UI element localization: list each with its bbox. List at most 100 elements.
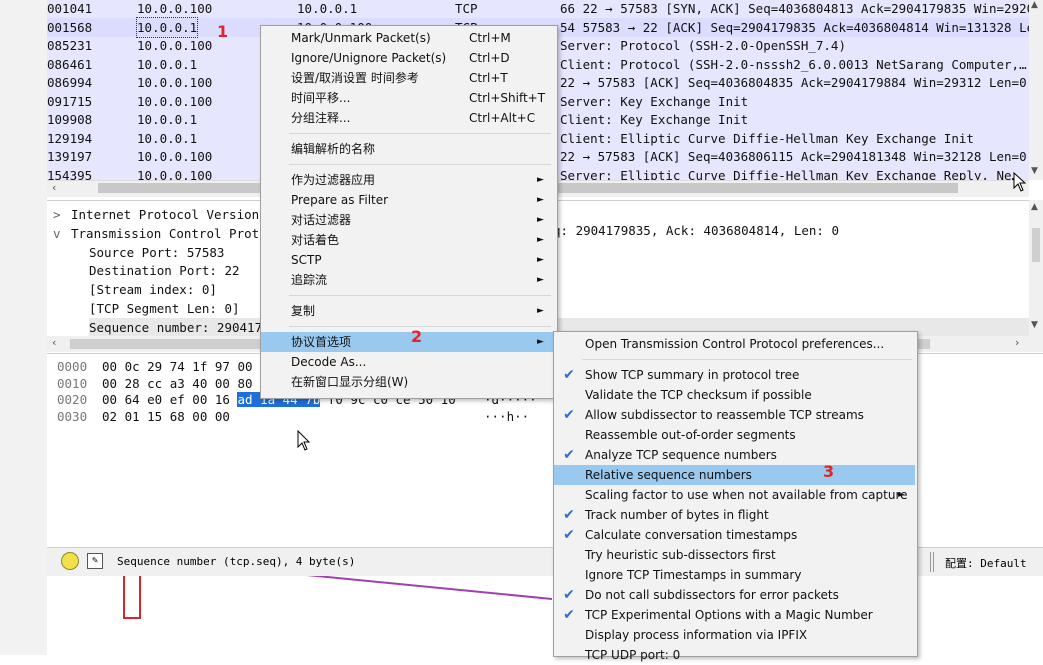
details-tree-item[interactable]: Transmission Control Prot xyxy=(71,224,259,243)
scroll-left-icon[interactable]: ‹ xyxy=(52,181,56,194)
menu-item[interactable]: Ignore/Unignore Packet(s) Ctrl+D xyxy=(261,48,557,68)
scroll-right-icon[interactable]: › xyxy=(1015,336,1019,349)
packet-info: Server: Key Exchange Init xyxy=(560,93,749,109)
menu-item[interactable]: 追踪流 ► xyxy=(261,270,557,290)
preference-item[interactable]: Try heuristic sub-dissectors first xyxy=(554,545,915,565)
menu-separator xyxy=(289,295,551,296)
menu-item[interactable]: 协议首选项 ► xyxy=(261,332,557,352)
packet-source: 10.0.0.1 xyxy=(137,112,198,127)
submenu-arrow-icon: ► xyxy=(537,215,544,225)
packet-row[interactable]: 001041 10.0.0.100 10.0.0.1 TCP 66 22 → 57583… xyxy=(47,0,1029,18)
menu-item-label: 复制 xyxy=(291,304,316,318)
mouse-pointer-icon xyxy=(297,430,311,451)
details-vertical-scrollbar[interactable]: ▲ ▼ xyxy=(1029,200,1043,336)
details-scroll-thumb[interactable] xyxy=(1032,228,1040,262)
details-tree-item[interactable]: [TCP Segment Len: 0] xyxy=(89,299,240,318)
preference-item[interactable]: ✔ Do not call subdissectors for error pac… xyxy=(554,585,915,605)
menu-item[interactable]: 作为过滤器应用 ► xyxy=(261,170,557,190)
preference-item-label: Display process information via IPFIX xyxy=(585,628,808,642)
scroll-left-icon[interactable]: ‹ xyxy=(52,336,56,349)
preference-item[interactable]: ✔ Analyze TCP sequence numbers xyxy=(554,445,915,465)
packet-number: 091715 xyxy=(47,93,93,109)
menu-item-label: Ignore/Unignore Packet(s) xyxy=(291,51,447,65)
menu-item[interactable]: 时间平移... Ctrl+Shift+T xyxy=(261,88,557,108)
packet-list-vertical-scrollbar[interactable]: ▲ ▼ xyxy=(1029,0,1043,180)
byte-hex-pre: 00 28 cc a3 40 00 80 xyxy=(102,375,253,391)
preference-item[interactable]: Validate the TCP checksum if possible xyxy=(554,385,915,405)
menu-item[interactable]: SCTP ► xyxy=(261,250,557,270)
menu-item[interactable]: Prepare as Filter ► xyxy=(261,190,557,210)
preference-item-label: Do not call subdissectors for error pack… xyxy=(585,588,839,602)
menu-item-label: 协议首选项 xyxy=(291,335,352,349)
checkmark-icon: ✔ xyxy=(563,447,575,463)
menu-item[interactable]: 复制 ► xyxy=(261,301,557,321)
byte-hex-pre: 00 0c 29 74 1f 97 00 xyxy=(102,359,253,374)
preference-item[interactable]: ✔ Show TCP summary in protocol tree xyxy=(554,365,915,385)
menu-item[interactable]: 对话过滤器 ► xyxy=(261,210,557,230)
menu-item-label: SCTP xyxy=(291,253,322,267)
scroll-up-icon[interactable]: ▲ xyxy=(1031,202,1038,212)
details-tree-item[interactable]: [Stream index: 0] xyxy=(89,280,217,299)
status-profile[interactable]: 配置: Default xyxy=(945,555,1027,571)
expand-right-icon[interactable]: > xyxy=(53,205,61,224)
scroll-down-icon[interactable]: ▼ xyxy=(1031,320,1038,330)
byte-hex[interactable]: 02 01 15 68 00 00 xyxy=(102,407,230,426)
preference-item[interactable]: Reassemble out-of-order segments xyxy=(554,425,915,445)
details-tcp-summary-tail: q: 2904179835, Ack: 4036804814, Len: 0 xyxy=(553,223,839,238)
packet-source: 10.0.0.1 xyxy=(135,16,199,38)
menu-item-label: 对话着色 xyxy=(291,233,340,247)
preference-item-label: Relative sequence numbers xyxy=(585,468,752,482)
packet-number: 086461 xyxy=(47,56,93,72)
preference-item[interactable]: Scaling factor to use when not available… xyxy=(554,485,915,505)
menu-item[interactable]: 分组注释... Ctrl+Alt+C xyxy=(261,108,557,128)
edit-comment-icon[interactable]: ✎ xyxy=(87,553,103,569)
byte-offset: 0030 xyxy=(57,408,88,424)
preference-item[interactable]: TCP UDP port: 0 xyxy=(554,645,915,665)
menu-item-label: 作为过滤器应用 xyxy=(291,173,376,187)
menu-item[interactable]: 设置/取消设置 时间参考 Ctrl+T xyxy=(261,68,557,88)
menu-separator xyxy=(582,359,912,360)
annotation-step-1: 1 xyxy=(217,22,229,41)
preference-item[interactable]: ✔ Calculate conversation timestamps xyxy=(554,525,915,545)
scroll-down-icon[interactable]: ▼ xyxy=(1031,166,1038,176)
packet-info: 22 → 57583 [ACK] Seq=4036804835 Ack=2904… xyxy=(560,75,1027,90)
preference-item[interactable]: ✔ Track number of bytes in flight xyxy=(554,505,915,525)
menu-item[interactable]: 对话着色 ► xyxy=(261,230,557,250)
packet-info: 22 → 57583 [ACK] Seq=4036806115 Ack=2904… xyxy=(560,149,1027,164)
packet-number: 129194 xyxy=(47,130,93,146)
details-tree-item[interactable]: Source Port: 57583 xyxy=(89,243,224,262)
preference-item[interactable]: Open Transmission Control Protocol prefe… xyxy=(554,334,915,354)
preference-item-label: Reassemble out-of-order segments xyxy=(585,428,796,442)
expand-down-icon[interactable]: v xyxy=(53,224,61,243)
preference-item-label: Allow subdissector to reassemble TCP str… xyxy=(585,408,864,422)
menu-item-label: 对话过滤器 xyxy=(291,213,352,227)
preference-item[interactable]: Relative sequence numbers xyxy=(554,465,915,485)
preference-item[interactable]: ✔ TCP Experimental Options with a Magic N… xyxy=(554,605,915,625)
packet-number: 001041 xyxy=(47,1,93,16)
packet-source: 10.0.0.100 xyxy=(137,93,213,109)
preference-item-label: Analyze TCP sequence numbers xyxy=(585,448,777,462)
byte-ascii[interactable]: ···h·· xyxy=(484,407,529,426)
details-tree-item[interactable]: Destination Port: 22 xyxy=(89,261,240,280)
menu-item[interactable]: 编辑解析的名称 xyxy=(261,139,557,159)
menu-item[interactable]: Mark/Unmark Packet(s) Ctrl+M xyxy=(261,28,557,48)
preference-item[interactable]: Display process information via IPFIX xyxy=(554,625,915,645)
packet-source: 10.0.0.1 xyxy=(137,130,198,146)
expert-info-status-icon[interactable] xyxy=(61,552,79,570)
preference-item[interactable]: ✔ Allow subdissector to reassemble TCP st… xyxy=(554,405,915,425)
details-tree-item[interactable]: Internet Protocol Version xyxy=(71,205,259,224)
scroll-up-icon[interactable]: ▲ xyxy=(1031,0,1038,10)
menu-item-label: Decode As... xyxy=(291,355,367,369)
menu-item-shortcut: Ctrl+Shift+T xyxy=(469,91,546,105)
preference-item[interactable]: Ignore TCP Timestamps in summary xyxy=(554,565,915,585)
menu-item[interactable]: 在新窗口显示分组(W) xyxy=(261,372,557,392)
packet-info: 54 57583 → 22 [ACK] Seq=2904179835 Ack=4… xyxy=(560,19,1029,35)
packet-info: Client: Protocol (SSH-2.0-nsssh2_6.0.001… xyxy=(560,56,1027,72)
packet-source: 10.0.0.100 xyxy=(137,38,213,53)
preference-item-label: Calculate conversation timestamps xyxy=(585,528,798,542)
packet-info: Server: Elliptic Curve Diffie-Hellman Ke… xyxy=(560,167,1020,181)
menu-item[interactable]: Decode As... xyxy=(261,352,557,372)
packet-number: 154395 xyxy=(47,167,93,181)
checkmark-icon: ✔ xyxy=(563,527,575,543)
submenu-arrow-icon: ► xyxy=(537,306,544,316)
